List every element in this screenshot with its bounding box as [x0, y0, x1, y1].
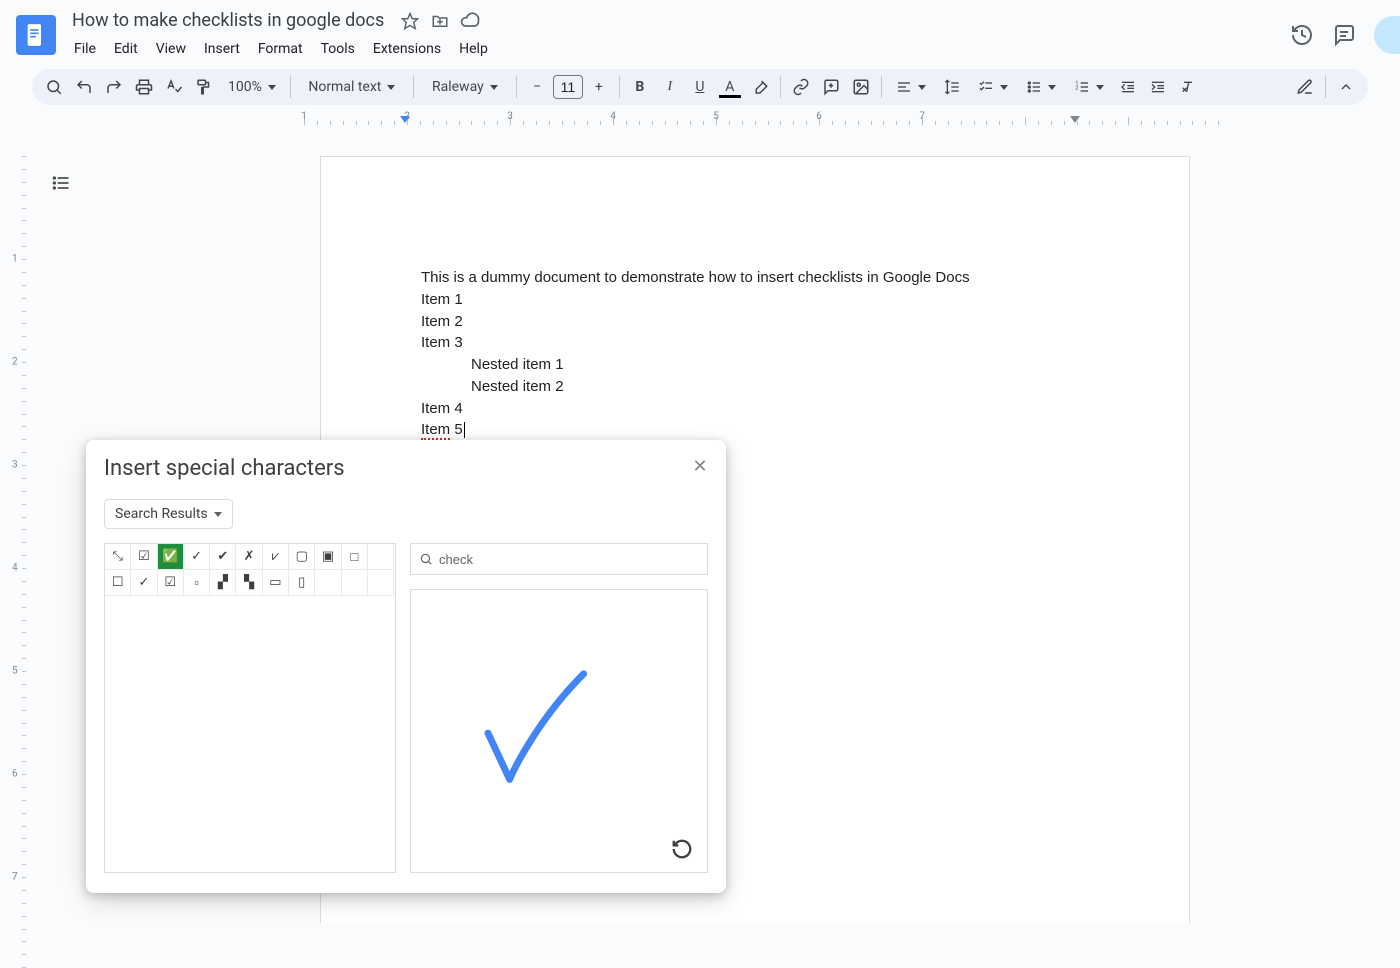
- char-result[interactable]: ▯: [289, 570, 315, 596]
- redo-icon[interactable]: [100, 73, 128, 101]
- paragraph-style-dropdown[interactable]: Normal text: [297, 73, 407, 101]
- dialog-title: Insert special characters: [104, 456, 708, 481]
- text-cursor: [464, 422, 465, 438]
- special-characters-dialog: ✕ Insert special characters Search Resul…: [86, 440, 726, 893]
- char-result[interactable]: ▫: [184, 570, 210, 596]
- zoom-dropdown[interactable]: 100%: [220, 73, 284, 101]
- cloud-status-icon[interactable]: [460, 11, 480, 31]
- page-content[interactable]: This is a dummy document to demonstrate …: [321, 157, 1189, 441]
- draw-character-box[interactable]: [410, 589, 708, 873]
- fontsize-increase-icon[interactable]: +: [585, 73, 613, 101]
- menubar: File Edit View Insert Format Tools Exten…: [66, 37, 1280, 61]
- horizontal-ruler[interactable]: 1234567: [48, 109, 1384, 127]
- add-comment-icon[interactable]: [817, 73, 845, 101]
- history-icon[interactable]: [1290, 23, 1314, 47]
- insert-link-icon[interactable]: [787, 73, 815, 101]
- char-result[interactable]: ✔: [210, 544, 236, 570]
- character-search-field[interactable]: [439, 552, 699, 567]
- document-outline-icon[interactable]: [46, 168, 76, 198]
- document-title[interactable]: How to make checklists in google docs: [66, 8, 390, 33]
- char-result[interactable]: ▞: [210, 570, 236, 596]
- doc-line-nested-1: Nested item 1: [421, 354, 1089, 376]
- undo-icon[interactable]: [70, 73, 98, 101]
- category-dropdown[interactable]: Search Results: [104, 499, 233, 529]
- star-icon[interactable]: [400, 11, 420, 31]
- move-icon[interactable]: [430, 11, 450, 31]
- zoom-value: 100%: [228, 79, 262, 95]
- char-result[interactable]: □: [342, 544, 368, 570]
- paragraph-style-value: Normal text: [308, 79, 381, 95]
- line-spacing-dropdown[interactable]: [936, 73, 968, 101]
- doc-line-nested-2: Nested item 2: [421, 376, 1089, 398]
- bold-button[interactable]: B: [626, 73, 654, 101]
- align-dropdown[interactable]: [888, 73, 934, 101]
- char-result[interactable]: ✅: [158, 544, 184, 570]
- character-results-grid: ⤡☑✅✓✔✗⩗▢▣□☐✓☑▫▞▚▭▯: [104, 543, 396, 873]
- hide-menus-icon[interactable]: [1332, 73, 1360, 101]
- char-result[interactable]: ✓: [131, 570, 157, 596]
- comments-icon[interactable]: [1332, 23, 1356, 47]
- italic-button[interactable]: I: [656, 73, 684, 101]
- numbered-list-dropdown[interactable]: 12: [1066, 73, 1112, 101]
- char-result[interactable]: ☐: [105, 570, 131, 596]
- char-result[interactable]: ▚: [236, 570, 262, 596]
- editing-mode-icon[interactable]: [1291, 73, 1319, 101]
- doc-line-intro: This is a dummy document to demonstrate …: [421, 267, 1089, 289]
- char-result[interactable]: ▣: [315, 544, 341, 570]
- svg-text:2: 2: [1075, 86, 1078, 92]
- category-dropdown-value: Search Results: [115, 506, 208, 522]
- bulleted-list-dropdown[interactable]: [1018, 73, 1064, 101]
- decrease-indent-icon[interactable]: [1114, 73, 1142, 101]
- doc-line-5: Item 5: [421, 419, 1089, 441]
- search-icon: [419, 552, 433, 566]
- char-result[interactable]: ☑: [131, 544, 157, 570]
- char-result[interactable]: ✓: [184, 544, 210, 570]
- char-result[interactable]: ▢: [289, 544, 315, 570]
- menu-insert[interactable]: Insert: [196, 37, 248, 61]
- paint-format-icon[interactable]: [190, 73, 218, 101]
- menu-file[interactable]: File: [66, 37, 104, 61]
- font-dropdown[interactable]: Raleway: [420, 73, 510, 101]
- vertical-ruler[interactable]: 1234567: [8, 150, 28, 923]
- doc-line-1: Item 1: [421, 289, 1089, 311]
- close-icon[interactable]: ✕: [688, 454, 712, 478]
- spellcheck-icon[interactable]: [160, 73, 188, 101]
- text-color-button[interactable]: A: [716, 73, 744, 101]
- toolbar: 100% Normal text Raleway − + B I U A 12: [32, 69, 1368, 105]
- menu-view[interactable]: View: [148, 37, 194, 61]
- drawn-checkmark: [411, 590, 707, 866]
- insert-image-icon[interactable]: [847, 73, 875, 101]
- font-value: Raleway: [432, 79, 484, 95]
- share-button[interactable]: [1374, 16, 1400, 54]
- char-result[interactable]: ☑: [158, 570, 184, 596]
- menu-extensions[interactable]: Extensions: [365, 37, 449, 61]
- docs-logo[interactable]: [16, 15, 56, 55]
- doc-line-2: Item 2: [421, 311, 1089, 333]
- increase-indent-icon[interactable]: [1144, 73, 1172, 101]
- char-result[interactable]: ⤡: [105, 544, 131, 570]
- char-result[interactable]: ▭: [263, 570, 289, 596]
- character-search-input[interactable]: [410, 543, 708, 575]
- menu-format[interactable]: Format: [250, 37, 311, 61]
- menu-edit[interactable]: Edit: [106, 37, 146, 61]
- checklist-dropdown[interactable]: [970, 73, 1016, 101]
- menu-help[interactable]: Help: [451, 37, 496, 61]
- doc-line-4: Item 4: [421, 398, 1089, 420]
- highlight-icon[interactable]: [746, 73, 774, 101]
- menu-tools[interactable]: Tools: [313, 37, 363, 61]
- fontsize-decrease-icon[interactable]: −: [523, 73, 551, 101]
- fontsize-input[interactable]: [553, 75, 583, 99]
- clear-formatting-icon[interactable]: [1174, 73, 1202, 101]
- undo-draw-icon[interactable]: [671, 838, 695, 862]
- doc-line-3: Item 3: [421, 332, 1089, 354]
- search-menus-icon[interactable]: [40, 73, 68, 101]
- print-icon[interactable]: [130, 73, 158, 101]
- char-result[interactable]: ✗: [236, 544, 262, 570]
- char-result[interactable]: ⩗: [263, 544, 289, 570]
- underline-button[interactable]: U: [686, 73, 714, 101]
